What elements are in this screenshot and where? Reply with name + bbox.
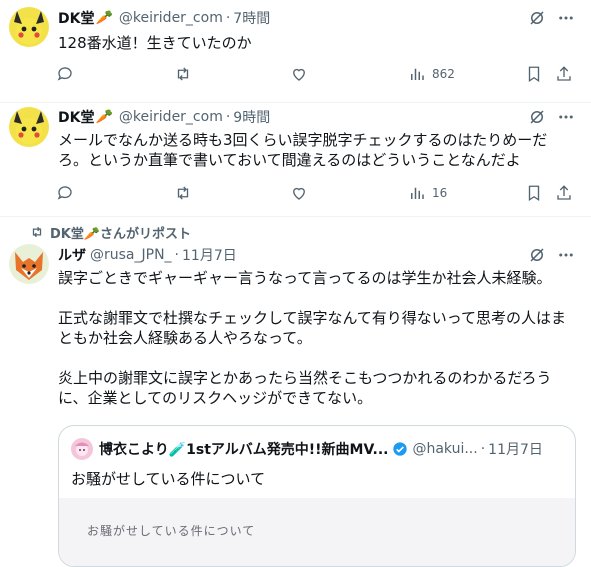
grok-icon[interactable] [527, 8, 547, 28]
bookmark-button[interactable] [525, 183, 543, 203]
more-icon[interactable] [556, 8, 576, 28]
tweet-text: メールでなんか送る時も3回くらい誤字脱字チェックするのはたりめーだ ろ。というか… [58, 130, 587, 170]
more-icon[interactable] [556, 107, 576, 127]
tweet-line: 128番水道！生きていたのか [58, 34, 252, 52]
share-icon [557, 185, 571, 200]
tweet-text: 128番水道！生きていたのか [58, 33, 581, 53]
grok-icon[interactable] [527, 107, 547, 127]
tweet-header: ルザ @rusa_JPN_ · 11月7日 [58, 245, 237, 265]
tweet-line: に、企業としてのリスクヘッジができてない。 [58, 389, 373, 407]
retweet-button[interactable] [174, 64, 192, 84]
tweet-header: DK堂 🥕 @keirider_com · 7時間 [58, 8, 270, 28]
more-icon[interactable] [556, 245, 576, 265]
views-icon [411, 68, 424, 80]
display-name[interactable]: ルザ [58, 245, 86, 265]
tweet-line: ろ。というか直筆で書いておいて間違えるのはどういうことなんだよ [58, 151, 521, 169]
avatar[interactable] [9, 107, 49, 147]
retweet-icon [32, 226, 42, 238]
avatar[interactable] [9, 244, 49, 284]
views-count: 16 [432, 186, 448, 200]
share-button[interactable] [555, 64, 573, 84]
reply-icon [57, 186, 72, 200]
views-button[interactable]: 862 [408, 64, 455, 84]
bookmark-icon [528, 66, 540, 83]
timestamp[interactable]: 7時間 [233, 8, 270, 28]
quoted-tweet[interactable]: 博衣こより🧪1stアルバム発売中!!新曲MV... @hakui... · 11… [58, 425, 576, 567]
tweet-line: 炎上中の謝罪文に誤字とかあったら当然そこもつつかれるのわかるだろう [58, 369, 552, 387]
repost-label: DK堂🥕さんがリポスト [50, 226, 192, 242]
quoted-text: お騒がせしている件について [71, 470, 266, 488]
retweet-icon [177, 186, 189, 200]
display-name[interactable]: DK堂 [58, 107, 94, 127]
quoted-header: 博衣こより🧪1stアルバム発売中!!新曲MV... @hakui... · 11… [71, 438, 543, 460]
reply-button[interactable] [56, 183, 74, 203]
share-icon [557, 66, 571, 81]
handle[interactable]: @rusa_JPN_ [90, 247, 172, 263]
action-bar: 862 [48, 64, 591, 84]
repost-context[interactable]: DK堂🥕さんがリポスト [30, 224, 192, 242]
handle[interactable]: @keirider_com [119, 109, 223, 125]
timestamp[interactable]: 11月7日 [182, 245, 237, 265]
handle[interactable]: @keirider_com [119, 10, 223, 26]
like-icon [293, 187, 305, 200]
quoted-media[interactable]: お騒がせしている件について [59, 498, 575, 566]
tweet-line: 正式な謝罪文で杜撰なチェックして誤字なんて有り得ないって思考の人はま [58, 309, 567, 327]
tweet-header: DK堂 🥕 @keirider_com · 9時間 [58, 107, 270, 127]
like-button[interactable] [290, 64, 308, 84]
share-button[interactable] [555, 183, 573, 203]
views-icon [411, 187, 424, 199]
views-button[interactable]: 16 [408, 183, 447, 203]
separator: · [225, 10, 231, 26]
timestamp[interactable]: 9時間 [233, 107, 270, 127]
separator: · [174, 247, 179, 263]
quoted-media-caption: お騒がせしている件について [87, 524, 256, 538]
separator: · [225, 109, 231, 125]
tweet-line: 誤字ごときでギャーギャー言うなって言ってるのは学生か社会人未経験。 [58, 269, 552, 287]
action-bar: 16 [48, 183, 591, 203]
verified-badge-icon [393, 442, 408, 456]
tweet-text: 誤字ごときでギャーギャー言うなって言ってるのは学生か社会人未経験。 正式な謝罪文… [58, 268, 587, 408]
quoted-timestamp[interactable]: 11月7日 [488, 439, 543, 459]
bookmark-button[interactable] [525, 64, 543, 84]
tweet-2[interactable]: DK堂 🥕 @keirider_com · 9時間 メールでなんか送る時も3回く… [0, 103, 591, 217]
tweet-line: メールでなんか送る時も3回くらい誤字脱字チェックするのはたりめーだ [58, 131, 548, 149]
tweet-line: ともか社会人経験ある人やろなって。 [58, 329, 312, 347]
quoted-display-name[interactable]: 博衣こより🧪1stアルバム発売中!!新曲MV... [99, 439, 388, 459]
carrot-emoji: 🥕 [95, 10, 113, 26]
quoted-avatar[interactable] [71, 438, 93, 460]
reply-icon [57, 67, 72, 81]
retweet-icon [177, 67, 189, 81]
bookmark-icon [528, 185, 540, 202]
reply-button[interactable] [56, 64, 74, 84]
grok-icon[interactable] [527, 245, 547, 265]
views-count: 862 [432, 67, 455, 81]
like-icon [293, 68, 305, 81]
display-name[interactable]: DK堂 [58, 8, 94, 28]
separator: · [480, 441, 486, 457]
carrot-emoji: 🥕 [95, 109, 113, 125]
tweet-1[interactable]: DK堂 🥕 @keirider_com · 7時間 128番水道！生きていたのか… [0, 0, 591, 103]
retweet-button[interactable] [174, 183, 192, 203]
avatar[interactable] [9, 7, 49, 47]
quoted-handle[interactable]: @hakui... [412, 441, 477, 457]
like-button[interactable] [290, 183, 308, 203]
